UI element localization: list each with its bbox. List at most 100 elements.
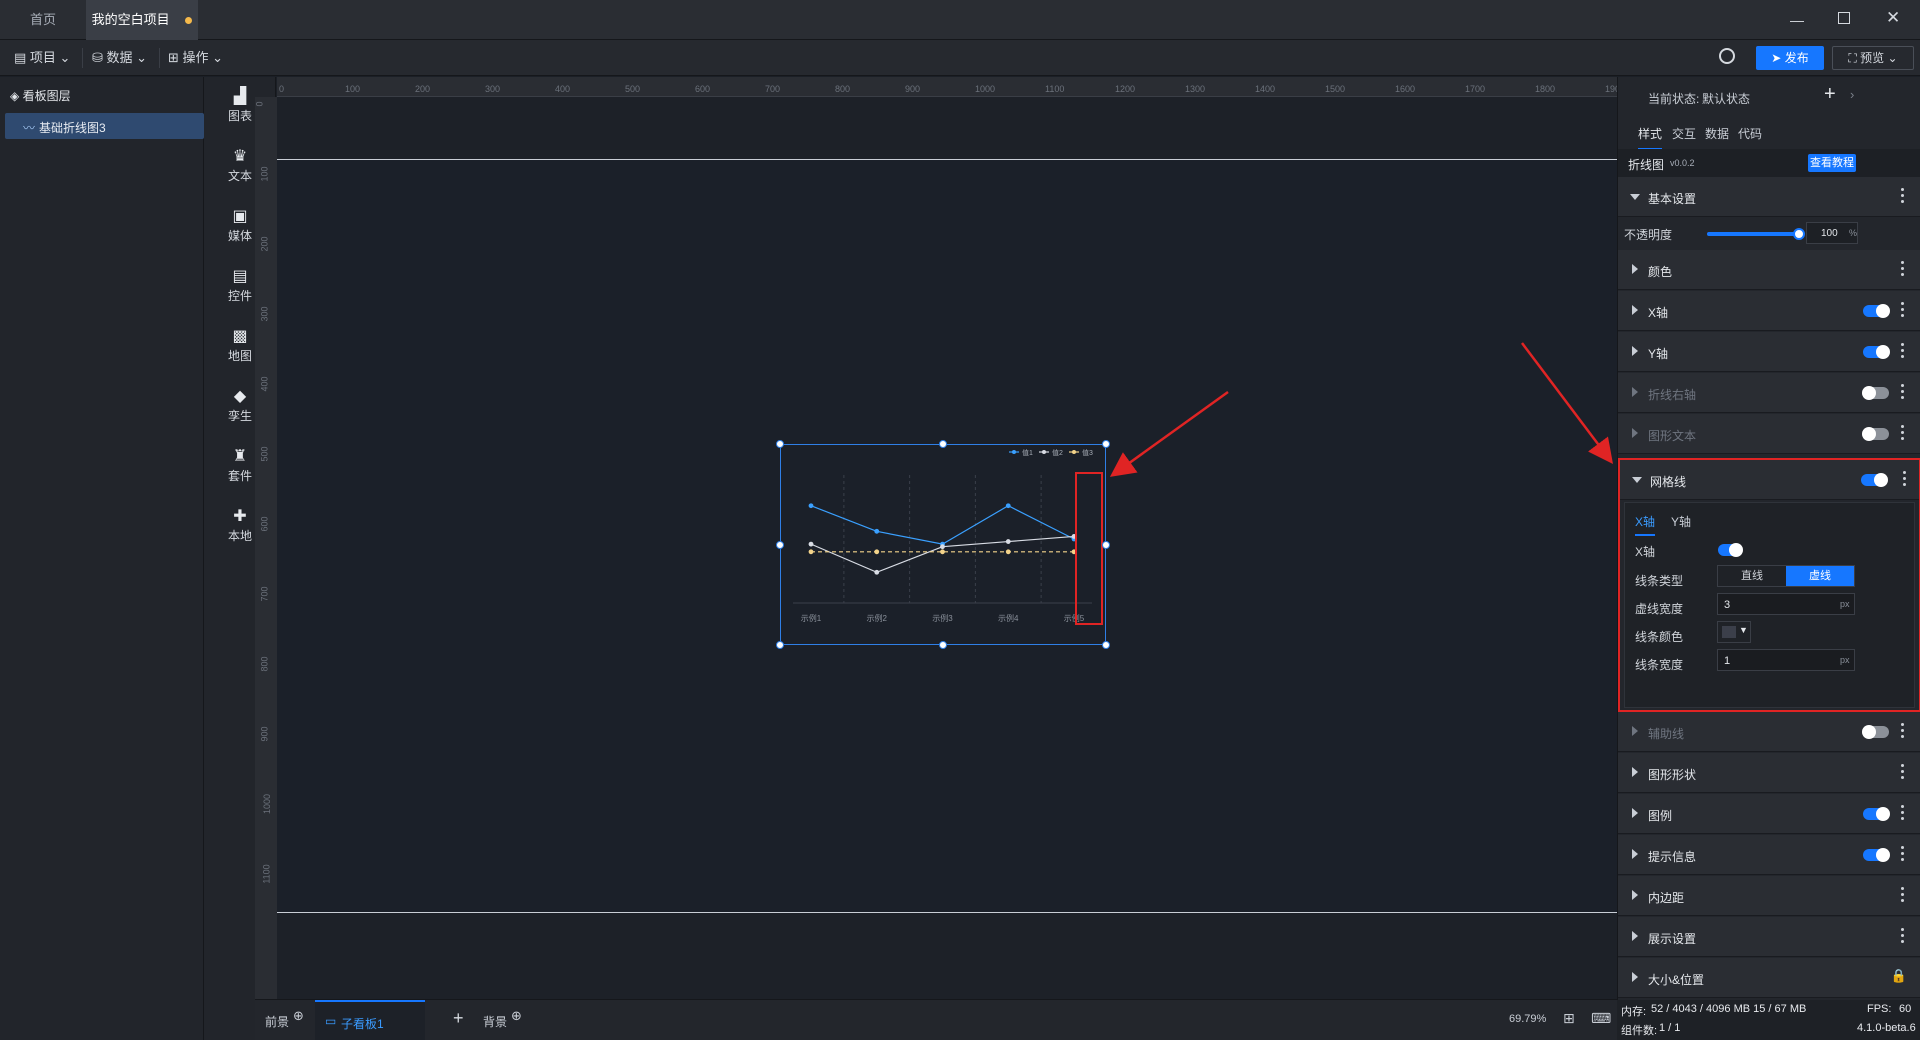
ruler-left-label: 800 <box>259 656 270 672</box>
gridline-toggle[interactable] <box>1861 473 1888 487</box>
fit-screen-icon[interactable]: ⊞ <box>1563 1010 1575 1027</box>
background-tab[interactable]: 背景 <box>483 1013 507 1030</box>
line-chart-component[interactable]: 示例1 示例2 示例3 示例4 示例5 值1 值2 值3 <box>780 444 1106 645</box>
section-7-sections-bottom[interactable]: 大小&位置 🔒 <box>1618 958 1920 998</box>
menu-data[interactable]: ⛁ 数据 ⌄ <box>92 48 147 68</box>
more-icon[interactable] <box>1901 343 1905 361</box>
search-icon[interactable] <box>1719 48 1735 64</box>
preview-button[interactable]: ⛶ 预览 ⌄ <box>1832 46 1914 70</box>
publish-button[interactable]: ➤ 发布 <box>1756 46 1824 70</box>
resize-handle[interactable] <box>1102 540 1110 549</box>
resize-handle[interactable] <box>939 641 947 649</box>
minimize-icon[interactable]: — <box>1790 12 1804 28</box>
section-4-sections-top[interactable]: 折线右轴 <box>1618 373 1920 413</box>
section-toggle[interactable] <box>1863 807 1890 821</box>
resize-handle[interactable] <box>1102 641 1110 649</box>
tab-style[interactable]: 样式 <box>1638 125 1663 150</box>
resize-handle[interactable] <box>1102 440 1110 448</box>
menu-operation[interactable]: ⊞ 操作 ⌄ <box>168 48 223 68</box>
section-basic[interactable]: 基本设置 <box>1618 177 1920 217</box>
subtab-x-axis[interactable]: X轴 <box>1635 513 1656 536</box>
section-4-sections-bottom[interactable]: 提示信息 <box>1618 835 1920 875</box>
tab-interaction[interactable]: 交互 <box>1672 125 1696 142</box>
fps-value: 60 <box>1899 1003 1912 1015</box>
tab-home[interactable]: 首页 <box>0 0 86 40</box>
more-icon[interactable] <box>1901 805 1905 823</box>
section-toggle[interactable] <box>1863 848 1890 862</box>
tool-text-label: 文本 <box>227 169 252 183</box>
section-3-sections-bottom[interactable]: 图例 <box>1618 794 1920 834</box>
opacity-input[interactable]: 100 % <box>1806 222 1858 244</box>
ruler-left-label: 200 <box>259 236 270 252</box>
more-icon[interactable] <box>1901 261 1905 279</box>
section-label: 折线右轴 <box>1648 388 1697 402</box>
more-icon[interactable] <box>1901 887 1905 905</box>
tab-project[interactable]: 我的空白项目 <box>86 0 198 40</box>
add-foreground-icon[interactable]: ⊕ <box>293 1008 304 1024</box>
section-toggle[interactable] <box>1863 304 1890 318</box>
tab-code[interactable]: 代码 <box>1738 125 1762 142</box>
section-toggle[interactable] <box>1862 386 1889 400</box>
chevron-right-icon[interactable]: › <box>1850 87 1854 102</box>
data-point <box>874 569 880 575</box>
section-toggle[interactable] <box>1862 427 1889 441</box>
foreground-tab[interactable]: 前景 <box>265 1013 289 1030</box>
subtab-y-axis[interactable]: Y轴 <box>1671 513 1691 530</box>
more-icon[interactable] <box>1901 846 1905 864</box>
dash-width-input[interactable]: 3 px <box>1717 593 1855 615</box>
restore-icon[interactable] <box>1838 12 1850 24</box>
more-icon[interactable] <box>1903 471 1907 489</box>
section-6-sections-bottom[interactable]: 展示设置 <box>1618 917 1920 957</box>
canvas-area[interactable]: 示例1 示例2 示例3 示例4 示例5 值1 值2 值3 <box>277 77 1617 999</box>
more-icon[interactable] <box>1901 188 1905 206</box>
section-3-sections-top[interactable]: Y轴 <box>1618 332 1920 372</box>
resize-handle[interactable] <box>776 440 784 448</box>
unsaved-dot-icon <box>185 17 193 25</box>
more-icon[interactable] <box>1901 764 1905 782</box>
lock-icon[interactable]: 🔒 <box>1891 968 1907 984</box>
section-5-sections-bottom[interactable]: 内边距 <box>1618 876 1920 916</box>
ruler-left-label: 0 <box>254 101 265 107</box>
tool-local-label: 本地 <box>227 529 252 543</box>
section-toggle[interactable] <box>1862 725 1889 739</box>
component-header: 折线图 v0.0.2 查看教程 <box>1618 149 1920 177</box>
opacity-slider[interactable] <box>1707 228 1805 240</box>
add-board-icon[interactable]: + <box>453 1008 464 1029</box>
more-icon[interactable] <box>1901 928 1905 946</box>
more-icon[interactable] <box>1901 384 1905 402</box>
add-state-icon[interactable]: + <box>1824 83 1836 106</box>
line-width-input[interactable]: 1 px <box>1717 649 1855 671</box>
line-type-dashed[interactable]: 虚线 <box>1786 566 1854 586</box>
line-color-picker[interactable]: ▼ <box>1717 621 1751 643</box>
resize-handle[interactable] <box>939 440 947 448</box>
caret-right-icon <box>1632 428 1638 438</box>
layer-item[interactable]: 〰 基础折线图3 <box>5 113 204 139</box>
more-icon[interactable] <box>1901 425 1905 443</box>
zoom-level[interactable]: 69.79% <box>1509 1013 1546 1025</box>
more-icon[interactable] <box>1901 302 1905 320</box>
more-icon[interactable] <box>1901 723 1905 741</box>
menu-project[interactable]: ▤ 项目 ⌄ <box>14 48 70 68</box>
resize-handle[interactable] <box>776 641 784 649</box>
line-type-solid[interactable]: 直线 <box>1718 566 1786 586</box>
section-1-sections-top[interactable]: 颜色 <box>1618 250 1920 290</box>
resize-handle[interactable] <box>776 540 784 549</box>
tutorial-button[interactable]: 查看教程 <box>1808 154 1856 172</box>
section-2-sections-bottom[interactable]: 图形形状 <box>1618 753 1920 793</box>
close-icon[interactable]: ✕ <box>1886 8 1900 28</box>
section-gridline-header[interactable]: 网格线 <box>1620 460 1919 500</box>
state-value[interactable]: 默认状态 <box>1702 90 1750 107</box>
caret-right-icon <box>1632 849 1638 859</box>
board-tab[interactable]: ▭ 子看板1 <box>315 1000 425 1040</box>
add-background-icon[interactable]: ⊕ <box>511 1008 522 1024</box>
section-5-sections-top[interactable]: 图形文本 <box>1618 414 1920 454</box>
component-count-label: 组件数: <box>1621 1025 1658 1037</box>
x-axis-grid-toggle[interactable] <box>1718 543 1743 557</box>
tab-data[interactable]: 数据 <box>1705 125 1729 142</box>
section-toggle[interactable] <box>1863 345 1890 359</box>
opacity-slider-handle[interactable] <box>1793 228 1805 240</box>
keyboard-icon[interactable]: ⌨ <box>1591 1010 1611 1027</box>
memory-value: 52 / 4043 / 4096 MB 15 / 67 MB <box>1651 1003 1807 1015</box>
section-2-sections-top[interactable]: X轴 <box>1618 291 1920 331</box>
section-1-sections-bottom[interactable]: 辅助线 <box>1618 712 1920 752</box>
